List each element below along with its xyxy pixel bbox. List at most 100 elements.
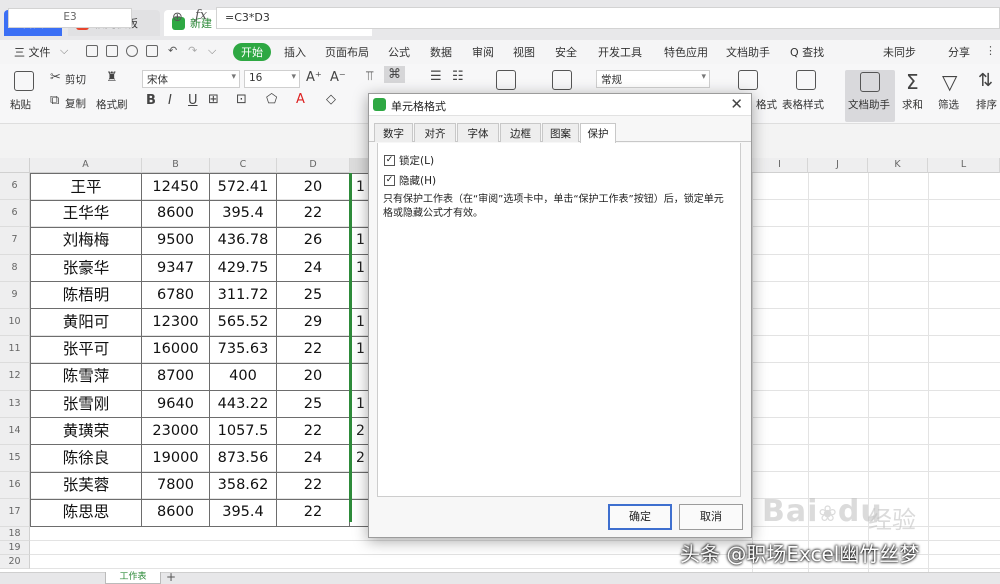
table-cell[interactable]: 黄璜荣: [30, 417, 142, 446]
export-pdf-icon[interactable]: [106, 45, 118, 57]
table-cell[interactable]: 20: [277, 363, 350, 392]
table-cell[interactable]: 陈思思: [30, 499, 142, 528]
table-cell[interactable]: 黄阳可: [30, 309, 142, 337]
sort-icon[interactable]: ⇅: [978, 70, 993, 91]
table-cell[interactable]: 20: [277, 173, 350, 201]
table-cell[interactable]: 6780: [142, 281, 210, 310]
font-size-select[interactable]: 16 ▾: [244, 70, 300, 88]
table-cell[interactable]: 429.75: [210, 254, 277, 283]
tab-alignment[interactable]: 对齐: [414, 123, 456, 142]
table-cell[interactable]: 395.4: [210, 499, 277, 528]
text-direction-icon[interactable]: ☷: [452, 69, 464, 84]
row-header[interactable]: 13: [0, 390, 30, 418]
table-cell[interactable]: 735.63: [210, 336, 277, 364]
table-cell[interactable]: 22: [277, 499, 350, 528]
cloud-sync-status[interactable]: 未同步: [883, 44, 916, 60]
number-format-select[interactable]: 常规 ▾: [596, 70, 710, 88]
clear-format-icon[interactable]: ◇: [326, 92, 336, 107]
menu-data[interactable]: 数据: [430, 44, 452, 60]
row-header[interactable]: 8: [0, 254, 30, 282]
table-cell[interactable]: 23000: [142, 417, 210, 446]
sort-button[interactable]: 排序: [976, 97, 997, 112]
print-preview-icon[interactable]: [146, 45, 158, 57]
italic-icon[interactable]: I: [168, 93, 172, 108]
table-cell[interactable]: 1057.5: [210, 417, 277, 446]
underline-icon[interactable]: U: [188, 93, 198, 108]
menu-view[interactable]: 视图: [513, 44, 535, 60]
menu-start[interactable]: 开始: [233, 43, 271, 61]
menu-search[interactable]: Q 查找: [790, 44, 824, 60]
filter-button[interactable]: 筛选: [938, 97, 959, 112]
table-cell[interactable]: 565.52: [210, 309, 277, 337]
ok-button[interactable]: 确定: [608, 504, 672, 530]
cell-format-button[interactable]: 格式: [756, 97, 777, 112]
font-name-select[interactable]: 宋体 ▾: [142, 70, 240, 88]
tab-border[interactable]: 边框: [500, 123, 541, 142]
table-cell[interactable]: 24: [277, 445, 350, 473]
file-menu[interactable]: 三 文件: [14, 44, 51, 60]
table-cell[interactable]: 29: [277, 309, 350, 337]
table-cell[interactable]: 873.56: [210, 445, 277, 473]
row-header[interactable]: 11: [0, 336, 30, 364]
cut-button[interactable]: 剪切: [65, 72, 86, 87]
share-button[interactable]: 分享: [948, 44, 970, 60]
table-cell[interactable]: 张芙蓉: [30, 472, 142, 500]
column-header[interactable]: J: [808, 158, 868, 173]
borders-icon[interactable]: ⊞: [208, 92, 219, 107]
paste-button[interactable]: 粘贴: [10, 97, 31, 112]
zoom-formula-icon[interactable]: ⊕: [172, 10, 183, 25]
merge-format-icon[interactable]: ⊡: [236, 92, 247, 107]
align-middle-icon[interactable]: ⌘: [384, 66, 405, 83]
menu-developer[interactable]: 开发工具: [598, 44, 642, 60]
row-header[interactable]: 9: [0, 281, 30, 309]
tab-font[interactable]: 字体: [457, 123, 499, 142]
tab-number[interactable]: 数字: [374, 123, 413, 142]
table-cell[interactable]: 陈梧明: [30, 281, 142, 310]
format-painter-button[interactable]: 格式刷: [96, 97, 128, 112]
row-header[interactable]: 19: [0, 540, 30, 555]
fx-icon[interactable]: fx: [195, 8, 207, 23]
column-header[interactable]: K: [868, 158, 928, 173]
table-cell[interactable]: 19000: [142, 445, 210, 473]
table-cell[interactable]: 陈雪萍: [30, 363, 142, 392]
table-cell[interactable]: 436.78: [210, 227, 277, 256]
font-shrink-icon[interactable]: A⁻: [330, 70, 346, 85]
wrap-text-icon[interactable]: [496, 70, 516, 90]
table-cell[interactable]: 王平: [30, 173, 142, 201]
paste-icon[interactable]: [14, 71, 34, 91]
column-header[interactable]: D: [277, 158, 350, 173]
copy-icon[interactable]: ⧉: [50, 93, 59, 108]
row-header[interactable]: 10: [0, 309, 30, 337]
locked-checkbox[interactable]: ✓: [384, 155, 395, 166]
table-cell[interactable]: 25: [277, 281, 350, 310]
more-icon[interactable]: ⋮: [985, 44, 996, 57]
menu-review[interactable]: 审阅: [472, 44, 494, 60]
hidden-checkbox-row[interactable]: ✓ 隐藏(H): [384, 173, 436, 188]
doc-assistant-button[interactable]: 文档助手: [848, 97, 890, 112]
align-top-icon[interactable]: ⫪: [366, 69, 373, 84]
table-cell[interactable]: 22: [277, 336, 350, 364]
table-cell[interactable]: 12300: [142, 309, 210, 337]
format-painter-icon[interactable]: ♜: [106, 70, 118, 85]
row-header[interactable]: 6: [0, 173, 30, 201]
table-cell[interactable]: 张平可: [30, 336, 142, 364]
row-header[interactable]: 15: [0, 445, 30, 473]
name-box[interactable]: E3: [8, 8, 132, 28]
align-bottom-icon[interactable]: ☰: [430, 69, 442, 84]
table-cell[interactable]: 12450: [142, 173, 210, 201]
table-cell[interactable]: 400: [210, 363, 277, 392]
row-header[interactable]: 14: [0, 417, 30, 445]
row-header[interactable]: 17: [0, 499, 30, 527]
table-cell[interactable]: 张豪华: [30, 254, 142, 283]
table-style-button[interactable]: 表格样式: [782, 97, 824, 112]
save-icon[interactable]: [86, 45, 98, 57]
table-cell[interactable]: 22: [277, 200, 350, 228]
doc-assistant-icon[interactable]: [860, 72, 880, 92]
tab-pattern[interactable]: 图案: [542, 123, 579, 142]
print-icon[interactable]: [126, 45, 138, 57]
table-cell[interactable]: 22: [277, 472, 350, 500]
sum-icon[interactable]: Σ: [906, 70, 919, 94]
column-header[interactable]: C: [210, 158, 277, 173]
menu-special-apps[interactable]: 特色应用: [664, 44, 708, 60]
font-grow-icon[interactable]: A⁺: [306, 70, 322, 85]
